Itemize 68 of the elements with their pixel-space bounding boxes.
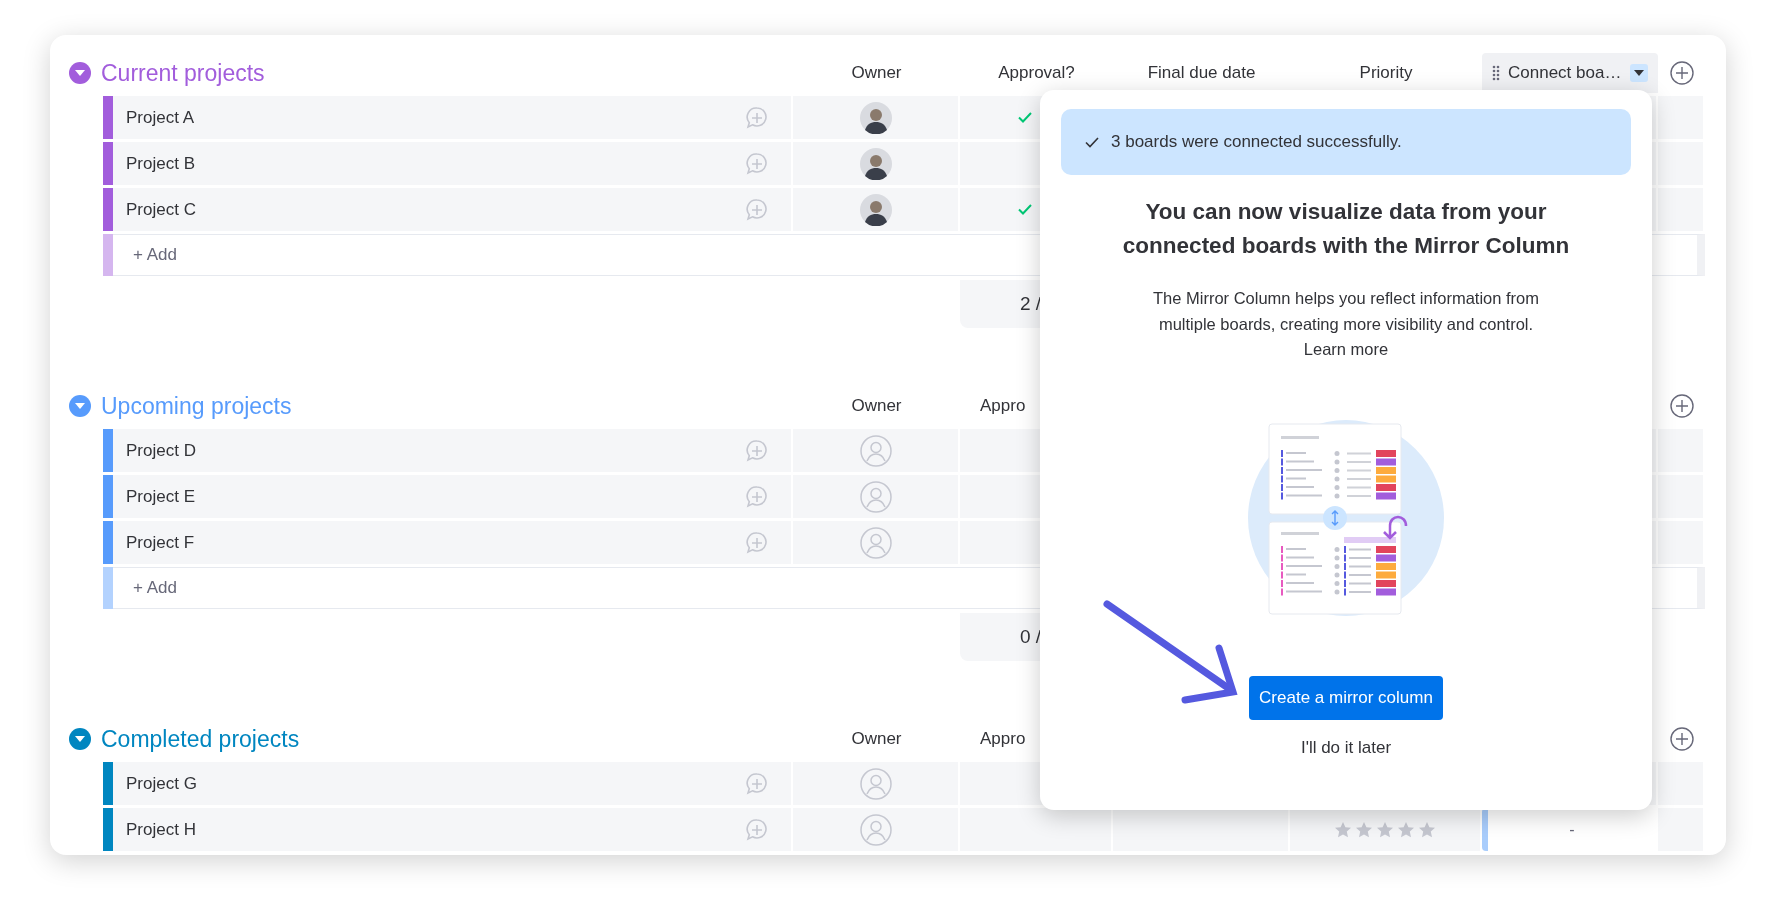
learn-more-link[interactable]: Learn more <box>1303 337 1389 363</box>
person-icon[interactable] <box>859 526 892 559</box>
row-color-bar <box>103 521 113 564</box>
add-update-icon[interactable] <box>745 105 769 130</box>
caret-icon[interactable] <box>1634 70 1644 76</box>
star-icon[interactable] <box>1418 820 1436 839</box>
drag-handle-icon[interactable] <box>1492 65 1500 81</box>
add-column-icon[interactable] <box>1669 61 1694 85</box>
row-color-bar <box>103 808 113 851</box>
star-icon[interactable] <box>1334 820 1352 839</box>
collapse-toggle[interactable] <box>69 728 91 750</box>
add-update-icon[interactable] <box>745 484 769 509</box>
star-icon[interactable] <box>1397 820 1415 839</box>
item-name[interactable]: Project C <box>113 196 745 223</box>
add-update-icon[interactable] <box>745 530 769 555</box>
row-color-bar <box>103 234 113 276</box>
column-header: Appro <box>979 728 1027 751</box>
person-icon[interactable] <box>859 480 892 513</box>
check-icon <box>1085 136 1099 148</box>
column-header: Approval? <box>997 62 1076 85</box>
dropdown-button[interactable] <box>1630 64 1648 82</box>
later-button[interactable]: I'll do it later <box>1294 733 1398 762</box>
column-title: Connect boa… <box>1508 62 1622 85</box>
avatar[interactable] <box>859 193 892 226</box>
create-mirror-column-button[interactable]: Create a mirror column <box>1249 676 1443 720</box>
avatar[interactable] <box>859 101 892 134</box>
add-column-icon[interactable] <box>1669 727 1694 751</box>
item-name[interactable]: Project B <box>113 150 745 177</box>
group-title[interactable]: Completed projects <box>101 721 300 757</box>
item-name[interactable]: Project G <box>113 770 745 797</box>
row-color-bar <box>103 96 113 139</box>
person-icon[interactable] <box>859 434 892 467</box>
add-column-icon[interactable] <box>1669 394 1694 418</box>
alert-message: 3 boards were connected successfully. <box>1111 131 1402 154</box>
star-icon[interactable] <box>1376 820 1394 839</box>
item-name[interactable]: Project A <box>113 104 745 131</box>
item-name[interactable]: Project H <box>113 816 745 843</box>
column-header: Owner <box>850 728 903 751</box>
person-icon[interactable] <box>859 767 892 800</box>
collapse-toggle[interactable] <box>69 395 91 417</box>
add-update-icon[interactable] <box>745 438 769 463</box>
column-header: Final due date <box>1146 62 1257 85</box>
add-update-icon[interactable] <box>745 817 769 842</box>
add-update-icon[interactable] <box>745 771 769 796</box>
row-color-bar <box>103 567 113 609</box>
connect-value: - <box>1569 819 1575 840</box>
column-header: Owner <box>850 62 903 85</box>
row-color-bar <box>103 142 113 185</box>
popup-description: The Mirror Column helps you reflect information from multiple boards, creating more visibility and control. <box>1151 287 1541 335</box>
column-header[interactable]: Connect boa… <box>1482 53 1658 93</box>
column-header: Priority <box>1358 62 1414 85</box>
column-header: Appro <box>979 395 1027 418</box>
add-update-icon[interactable] <box>745 197 769 222</box>
item-name[interactable]: Project D <box>113 437 745 464</box>
column-header: Owner <box>850 395 903 418</box>
person-icon[interactable] <box>859 813 892 846</box>
collapse-toggle[interactable] <box>69 62 91 84</box>
item-name[interactable]: Project F <box>113 529 745 556</box>
group-title[interactable]: Current projects <box>101 55 265 91</box>
add-update-icon[interactable] <box>745 151 769 176</box>
star-rating[interactable] <box>1334 820 1436 839</box>
row-color-bar <box>103 429 113 472</box>
item-name[interactable]: Project E <box>113 483 745 510</box>
row-color-bar <box>103 188 113 231</box>
avatar[interactable] <box>859 147 892 180</box>
row-color-bar <box>103 762 113 805</box>
star-icon[interactable] <box>1355 820 1373 839</box>
row-color-bar <box>103 475 113 518</box>
